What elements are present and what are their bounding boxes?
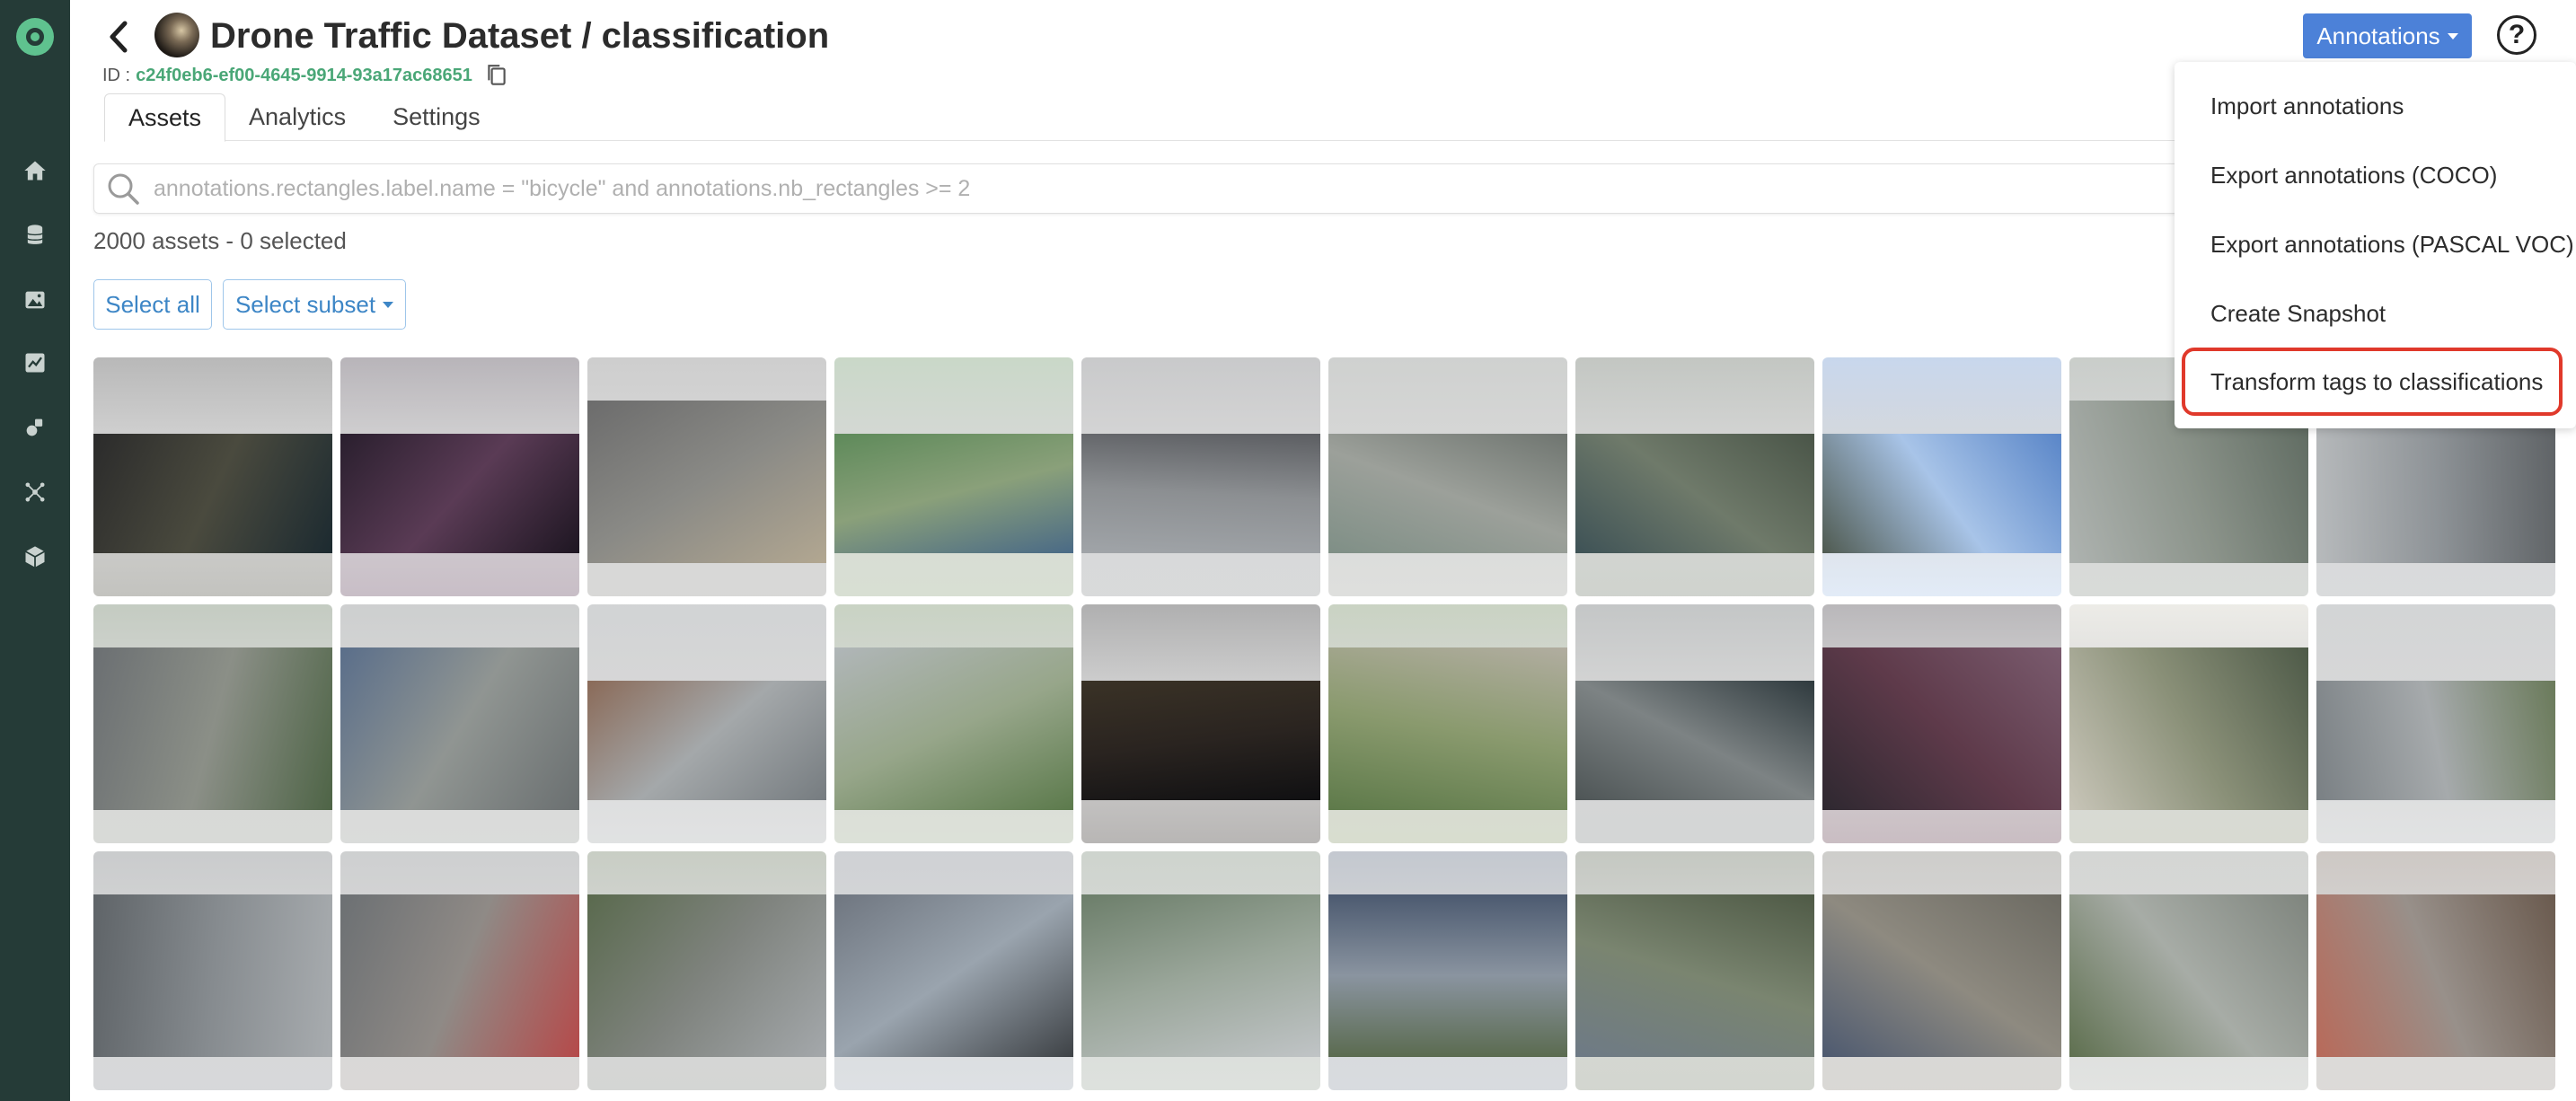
- tab-assets[interactable]: Assets: [104, 93, 226, 142]
- asset-counter: 2000 assets - 0 selected: [93, 227, 347, 254]
- tab-bar: Assets Analytics Settings: [104, 93, 504, 142]
- home-icon[interactable]: [19, 154, 51, 187]
- asset-grid: [93, 357, 2572, 1090]
- asset-image: [340, 647, 579, 810]
- box-icon[interactable]: [19, 541, 51, 573]
- annotations-dropdown-button[interactable]: Annotations: [2303, 13, 2472, 58]
- image-icon[interactable]: [19, 284, 51, 316]
- database-icon[interactable]: [19, 219, 51, 251]
- asset-image: [93, 647, 332, 810]
- tab-analytics[interactable]: Analytics: [225, 93, 369, 142]
- caret-down-icon: [2447, 32, 2458, 40]
- asset-image: [1081, 681, 1320, 801]
- id-label: ID :: [102, 66, 131, 85]
- asset-thumbnail[interactable]: [587, 357, 826, 596]
- asset-thumbnail[interactable]: [340, 851, 579, 1090]
- asset-image: [587, 681, 826, 801]
- asset-thumbnail[interactable]: [1575, 604, 1814, 843]
- asset-image: [1822, 647, 2061, 810]
- asset-thumbnail[interactable]: [2316, 851, 2555, 1090]
- select-all-label: Select all: [105, 290, 200, 318]
- asset-thumbnail[interactable]: [1081, 357, 1320, 596]
- asset-thumbnail[interactable]: [340, 604, 579, 843]
- asset-thumbnail[interactable]: [834, 851, 1073, 1090]
- tab-settings[interactable]: Settings: [369, 93, 504, 142]
- asset-image: [1081, 894, 1320, 1057]
- asset-thumbnail[interactable]: [1575, 357, 1814, 596]
- asset-thumbnail[interactable]: [2069, 604, 2308, 843]
- asset-thumbnail[interactable]: [2069, 851, 2308, 1090]
- asset-image: [834, 647, 1073, 810]
- id-value: c24f0eb6-ef00-4645-9914-93a17ac68651: [136, 66, 472, 85]
- asset-image: [587, 894, 826, 1057]
- menu-item-export-coco[interactable]: Export annotations (COCO): [2210, 159, 2497, 191]
- asset-thumbnail[interactable]: [834, 357, 1073, 596]
- back-button[interactable]: [101, 16, 137, 57]
- asset-thumbnail[interactable]: [1575, 851, 1814, 1090]
- asset-thumbnail[interactable]: [1081, 604, 1320, 843]
- search-input[interactable]: [143, 164, 2284, 213]
- asset-thumbnail[interactable]: [587, 851, 826, 1090]
- asset-image: [2069, 647, 2308, 810]
- asset-thumbnail[interactable]: [93, 604, 332, 843]
- asset-image: [834, 894, 1073, 1057]
- menu-item-export-pascal-voc[interactable]: Export annotations (PASCAL VOC): [2210, 228, 2574, 260]
- caret-down-icon: [383, 301, 394, 308]
- dataset-avatar: [154, 13, 199, 57]
- asset-image: [1575, 894, 1814, 1057]
- search-bar: [93, 163, 2285, 214]
- asset-image: [93, 894, 332, 1057]
- app-logo-icon[interactable]: [16, 18, 54, 56]
- asset-thumbnail[interactable]: [1328, 604, 1567, 843]
- asset-image: [834, 434, 1073, 554]
- asset-thumbnail[interactable]: [834, 604, 1073, 843]
- question-mark-icon: ?: [2508, 20, 2526, 49]
- asset-image: [1575, 434, 1814, 554]
- chevron-left-icon: [110, 21, 128, 53]
- asset-image: [1822, 434, 2061, 554]
- annotations-button-label: Annotations: [2316, 22, 2440, 49]
- asset-image: [2316, 894, 2555, 1057]
- help-button[interactable]: ?: [2497, 15, 2536, 55]
- asset-thumbnail[interactable]: [2316, 604, 2555, 843]
- experiment-icon[interactable]: [19, 411, 51, 444]
- asset-image: [1081, 434, 1320, 554]
- select-subset-button[interactable]: Select subset: [223, 279, 406, 330]
- page-title: Drone Traffic Dataset / classification: [210, 16, 830, 56]
- asset-thumbnail[interactable]: [1328, 851, 1567, 1090]
- asset-image: [340, 434, 579, 554]
- asset-image: [1328, 894, 1567, 1057]
- chart-icon[interactable]: [19, 347, 51, 379]
- dataset-id-row: ID : c24f0eb6-ef00-4645-9914-93a17ac6865…: [102, 63, 508, 88]
- asset-image: [1328, 434, 1567, 554]
- asset-thumbnail[interactable]: [93, 851, 332, 1090]
- copy-icon[interactable]: [485, 63, 508, 88]
- select-all-button[interactable]: Select all: [93, 279, 212, 330]
- annotations-menu: Import annotations Export annotations (C…: [2175, 62, 2576, 428]
- asset-thumbnail[interactable]: [1081, 851, 1320, 1090]
- asset-image: [2069, 894, 2308, 1057]
- menu-item-import-annotations[interactable]: Import annotations: [2210, 90, 2404, 122]
- asset-thumbnail[interactable]: [93, 357, 332, 596]
- select-subset-label: Select subset: [234, 290, 376, 318]
- asset-thumbnail[interactable]: [1822, 851, 2061, 1090]
- asset-image: [1575, 681, 1814, 801]
- asset-thumbnail[interactable]: [1822, 357, 2061, 596]
- asset-image: [340, 894, 579, 1057]
- asset-thumbnail[interactable]: [340, 357, 579, 596]
- menu-item-create-snapshot[interactable]: Create Snapshot: [2210, 297, 2386, 330]
- asset-thumbnail[interactable]: [587, 604, 826, 843]
- asset-image: [1328, 647, 1567, 810]
- menu-item-transform-tags[interactable]: Transform tags to classifications: [2210, 366, 2543, 398]
- asset-image: [1822, 894, 2061, 1057]
- asset-thumbnail[interactable]: [1328, 357, 1567, 596]
- network-icon[interactable]: [19, 476, 51, 508]
- search-icon: [108, 173, 139, 205]
- sidebar: [0, 0, 70, 1101]
- asset-image: [587, 400, 826, 563]
- asset-image: [2316, 681, 2555, 801]
- asset-image: [93, 434, 332, 554]
- asset-thumbnail[interactable]: [1822, 604, 2061, 843]
